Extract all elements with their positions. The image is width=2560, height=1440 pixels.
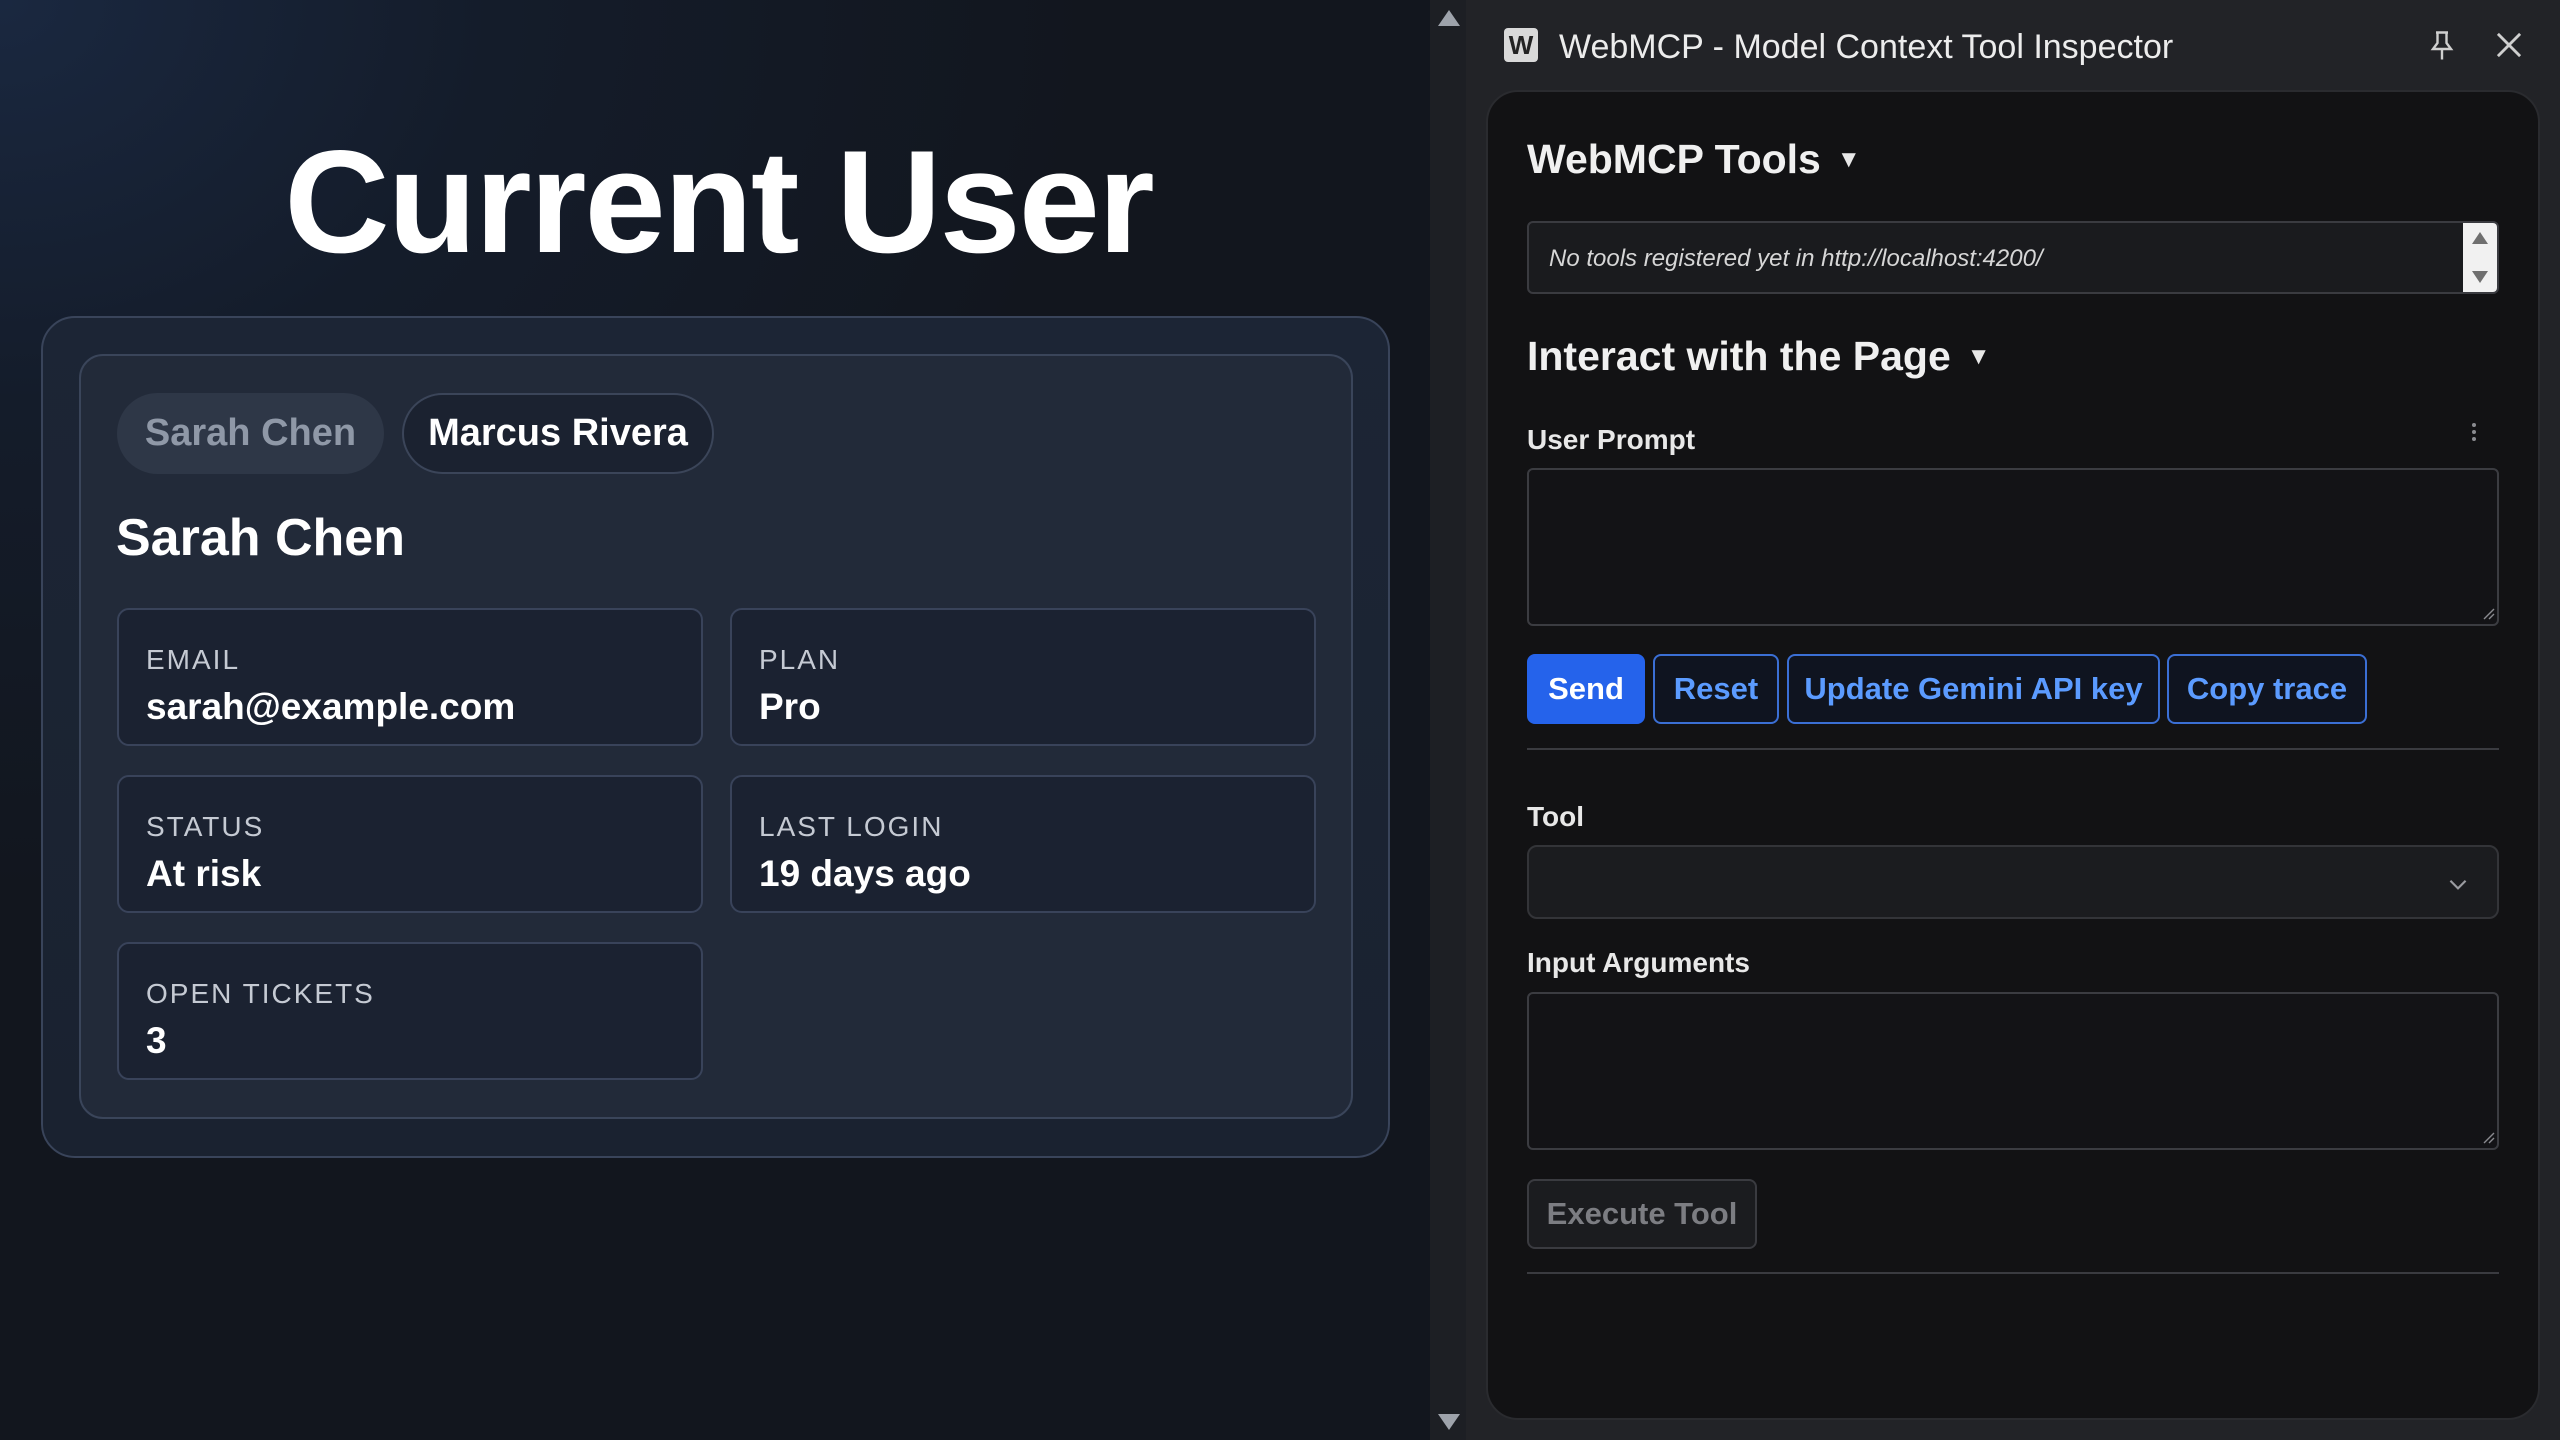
divider [1527, 748, 2499, 750]
input-arguments-label: Input Arguments [1527, 947, 1750, 978]
last-login-field-card: LAST LOGIN 19 days ago [730, 775, 1316, 913]
last-login-value: 19 days ago [759, 853, 971, 894]
send-button[interactable]: Send [1527, 654, 1645, 724]
status-field-card: STATUS At risk [117, 775, 703, 913]
copy-trace-button[interactable]: Copy trace [2167, 654, 2367, 724]
tool-label: Tool [1527, 801, 1585, 832]
inspector-titlebar: W WebMCP - Model Context Tool Inspector [1466, 0, 2560, 90]
update-gemini-api-key-button[interactable]: Update Gemini API key [1787, 654, 2160, 724]
caret-down-icon: ▼ [1966, 343, 1991, 370]
webmcp-tools-heading: WebMCP Tools [1527, 136, 1821, 182]
reset-button[interactable]: Reset [1653, 654, 1779, 724]
input-arguments-input[interactable] [1527, 992, 2499, 1150]
status-value: At risk [146, 853, 262, 894]
field-label: LAST LOGIN [759, 811, 944, 842]
page-scrollbar[interactable] [1430, 0, 1466, 1440]
plan-value: Pro [759, 686, 821, 727]
field-label: STATUS [146, 811, 265, 842]
user-tab-marcus-rivera[interactable]: Marcus Rivera [402, 393, 714, 474]
tool-select[interactable] [1527, 845, 2499, 919]
open-tickets-field-card: OPEN TICKETS 3 [117, 942, 703, 1080]
field-label: PLAN [759, 644, 841, 675]
divider [1527, 1272, 2499, 1274]
scroll-up-arrow-icon[interactable] [1438, 10, 1460, 26]
interact-section-toggle[interactable]: Interact with the Page ▼ [1527, 333, 1991, 380]
selected-user-name: Sarah Chen [116, 509, 405, 567]
scroll-down-arrow-icon[interactable] [2472, 271, 2488, 283]
chevron-down-icon [2449, 879, 2467, 890]
page-title: Current User [284, 120, 1154, 283]
pin-icon[interactable] [2424, 28, 2460, 64]
email-value: sarah@example.com [146, 686, 516, 727]
tools-list-scrollbar[interactable] [2463, 223, 2497, 292]
field-label: EMAIL [146, 644, 241, 675]
tools-list: No tools registered yet in http://localh… [1527, 221, 2499, 294]
webmcp-tools-toggle[interactable]: WebMCP Tools ▼ [1527, 136, 1861, 183]
no-tools-message: No tools registered yet in http://localh… [1549, 245, 2043, 272]
resize-grip-icon[interactable] [2481, 1130, 2495, 1144]
caret-down-icon: ▼ [1836, 146, 1861, 173]
scroll-up-arrow-icon[interactable] [2472, 232, 2488, 244]
window-title: WebMCP - Model Context Tool Inspector [1559, 28, 2174, 66]
user-prompt-input[interactable] [1527, 468, 2499, 626]
close-icon[interactable] [2490, 26, 2528, 64]
interact-heading: Interact with the Page [1527, 333, 1951, 379]
email-field-card: EMAIL sarah@example.com [117, 608, 703, 746]
resize-grip-icon[interactable] [2481, 606, 2495, 620]
user-tab-sarah-chen[interactable]: Sarah Chen [117, 393, 384, 474]
open-tickets-value: 3 [146, 1020, 167, 1061]
plan-field-card: PLAN Pro [730, 608, 1316, 746]
scroll-down-arrow-icon[interactable] [1438, 1414, 1460, 1430]
more-options-icon[interactable] [2468, 420, 2480, 450]
user-prompt-label: User Prompt [1527, 424, 1696, 455]
execute-tool-button[interactable]: Execute Tool [1527, 1179, 1757, 1249]
webmcp-app-icon: W [1504, 28, 1538, 62]
field-label: OPEN TICKETS [146, 978, 375, 1009]
